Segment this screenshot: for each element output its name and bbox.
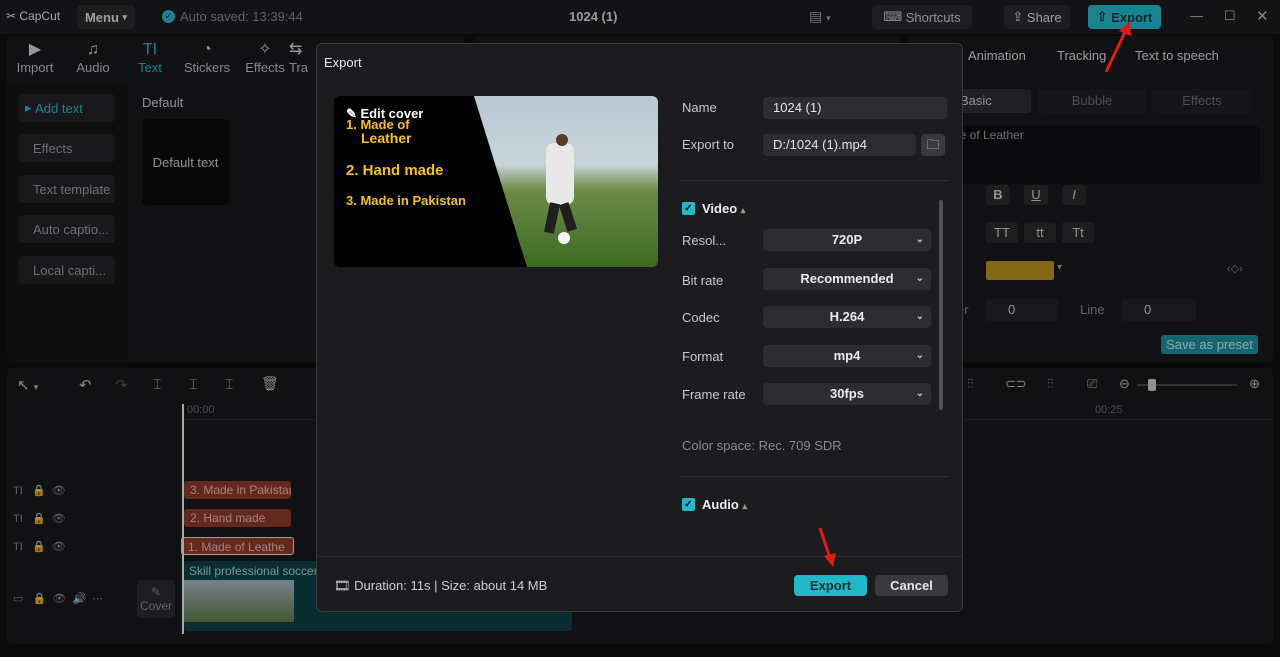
- annotation-arrow-bottom: [818, 527, 832, 559]
- arrow-head-icon: [824, 553, 836, 567]
- annotation-arrow-top: [1104, 29, 1128, 73]
- capcut-app: ✂ CapCut Menu ▾ ✓ Auto saved: 13:39:44 1…: [0, 0, 1280, 657]
- annotation-arrows: [818, 21, 1131, 567]
